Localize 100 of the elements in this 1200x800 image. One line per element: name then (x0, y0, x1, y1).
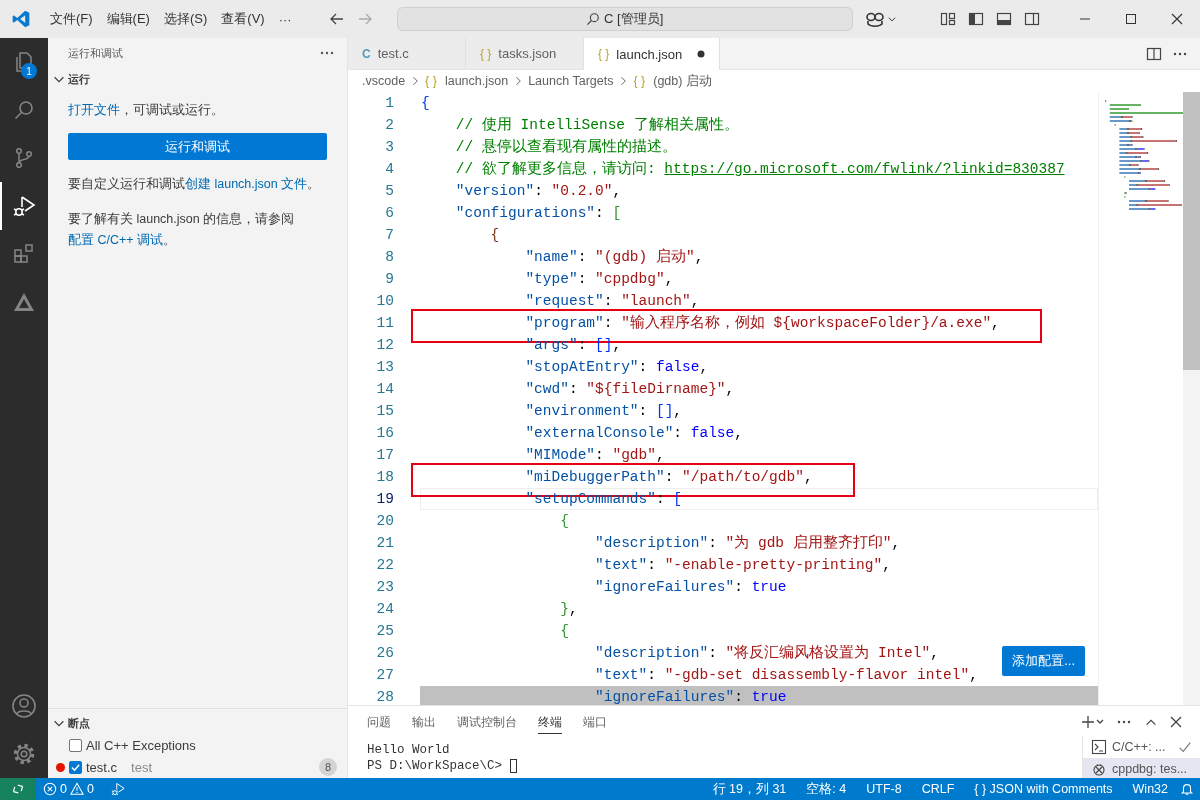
sidebar-toggle-icon[interactable] (968, 11, 984, 27)
run-debug-icon[interactable] (11, 193, 37, 219)
app-logo-icon (11, 9, 31, 29)
line-number: 25 (375, 623, 395, 639)
breadcrumb-item[interactable]: (gdb) 启动 (653, 72, 712, 90)
line-number: 26 (375, 645, 395, 661)
line-number: 6 (384, 205, 395, 221)
code-line: "stopAtEntry": false, (524, 358, 709, 377)
line-number: 21 (375, 535, 395, 551)
status-item[interactable]: 空格: 4 (798, 780, 855, 798)
split-editor-icon[interactable] (1146, 45, 1162, 62)
line-number: 12 (375, 337, 395, 353)
line-number: 3 (384, 139, 395, 155)
status-item[interactable]: { } JSON with Comments (966, 782, 1121, 796)
line-number: 8 (384, 249, 395, 265)
checkbox[interactable] (69, 738, 82, 752)
menu-item[interactable]: 查看(V) (214, 7, 272, 31)
line-number: 11 (375, 315, 395, 331)
status-item[interactable]: 行 19，列 31 (704, 780, 795, 798)
editor-tab[interactable]: { } tasks.json (466, 38, 584, 69)
link[interactable]: 创建 launch.json 文件 (185, 177, 308, 191)
terminal-icon (1091, 739, 1107, 755)
line-number: 20 (375, 513, 395, 529)
line-number: 10 (375, 293, 395, 309)
close-icon[interactable] (1171, 13, 1183, 25)
info-text: 要了解有关 launch.json 的信息，请参阅 配置 C/C++ 调试。 (68, 211, 296, 249)
remote-button[interactable] (0, 778, 35, 800)
new-terminal-icon[interactable] (1082, 715, 1104, 729)
panel-tab[interactable]: 调试控制台 (457, 710, 517, 734)
breadcrumb-item[interactable]: .vscode (362, 74, 406, 88)
status-item[interactable]: CRLF (913, 782, 963, 796)
account-icon[interactable] (11, 693, 37, 719)
code-line: { (421, 94, 430, 113)
checkbox[interactable] (69, 760, 82, 774)
settings-icon[interactable] (11, 741, 37, 767)
line-number: 23 (375, 579, 395, 595)
panel-tab[interactable]: 终端 (538, 710, 562, 734)
file-type-icon: { } (480, 46, 492, 61)
remote-icon (10, 782, 25, 796)
line-number: 18 (375, 469, 395, 485)
code-line: "ignoreFailures": true (594, 688, 787, 705)
line-number: 19 (375, 491, 395, 507)
problems-button[interactable]: 0 0 (35, 782, 102, 796)
extensions-icon[interactable] (12, 242, 36, 266)
search-icon[interactable] (12, 98, 36, 122)
caret-icon[interactable] (886, 14, 897, 24)
editor-tab[interactable]: { } launch.json (584, 38, 721, 70)
code-line: { (559, 512, 569, 531)
code-line: "description": "将反汇编风格设置为 Intel", (594, 643, 939, 663)
line-number: 14 (375, 381, 395, 397)
add-configuration-button[interactable]: 添加配置... (1002, 646, 1085, 676)
breadcrumb-item[interactable]: Launch Targets (528, 74, 614, 88)
layout-icon[interactable] (940, 11, 956, 27)
code-line: "text": "-gdb-set disassembly-flavor intel", (594, 666, 978, 685)
maximize-icon[interactable] (1125, 13, 1137, 25)
code-line: "name": "(gdb) 启动", (524, 247, 704, 267)
back-arrow-icon[interactable] (328, 11, 345, 27)
panel-toggle-icon[interactable] (996, 11, 1012, 27)
secondary-sidebar-icon[interactable] (1024, 11, 1040, 27)
link[interactable]: 配置 C/C++ 调试 (68, 233, 164, 247)
goggles-icon[interactable] (864, 10, 885, 28)
line-number: 16 (375, 425, 395, 441)
editor-tab[interactable]: C test.c (348, 38, 466, 69)
menu-item[interactable]: 选择(S) (156, 7, 215, 31)
bell-icon[interactable] (1180, 782, 1194, 796)
code-line: "configurations": [ (454, 204, 622, 223)
breadcrumb-item[interactable]: launch.json (444, 74, 509, 88)
menu-item[interactable]: 文件(F) (43, 7, 100, 31)
code-line: "text": "-enable-pretty-printing", (594, 556, 891, 575)
line-number: 7 (384, 227, 395, 243)
close-icon[interactable] (1170, 716, 1182, 728)
code-line: }, (559, 600, 578, 619)
line-number: 2 (384, 117, 395, 133)
code-line: { (489, 226, 500, 245)
panel-tab[interactable]: 输出 (412, 710, 436, 734)
breakpoint-label: All C++ Exceptions (86, 737, 196, 753)
scrollbar-thumb[interactable] (1183, 92, 1200, 370)
section-header[interactable]: 断点 (48, 712, 347, 734)
line-number: 15 (375, 403, 395, 419)
link[interactable]: 打开文件 (68, 103, 120, 117)
menu-item[interactable]: 编辑(E) (99, 7, 157, 31)
section-header[interactable]: 运行 (48, 68, 347, 90)
code-line: "request": "launch", (524, 292, 700, 311)
menu-item[interactable]: ··· (271, 8, 299, 30)
run-debug-button[interactable]: 运行和调试 (68, 133, 327, 160)
code-line: "MIMode": "gdb", (524, 446, 665, 465)
breakpoint-detail: test (131, 759, 153, 775)
search-field[interactable]: C [管理员] (396, 7, 853, 31)
terminal-list-item[interactable]: C/C++: ... (1083, 736, 1200, 758)
status-item[interactable]: UTF-8 (858, 782, 910, 796)
code-line: "miDebuggerPath": "/path/to/gdb", (421, 466, 813, 488)
panel-tab[interactable]: 端口 (583, 710, 607, 734)
status-item[interactable]: Win32 (1124, 782, 1176, 796)
terminal-line: PS D:\WorkSpace\C> (367, 758, 504, 774)
info-text: 打开文件，可调试或运行。 (68, 102, 225, 119)
panel-tab[interactable]: 问题 (367, 710, 391, 734)
terminal-list-item[interactable]: cppdbg: tes... (1083, 758, 1200, 778)
code-line: "description": "为 gdb 启用整齐打印", (594, 533, 901, 553)
line-number: 27 (375, 667, 395, 683)
line-number: 4 (384, 161, 395, 177)
